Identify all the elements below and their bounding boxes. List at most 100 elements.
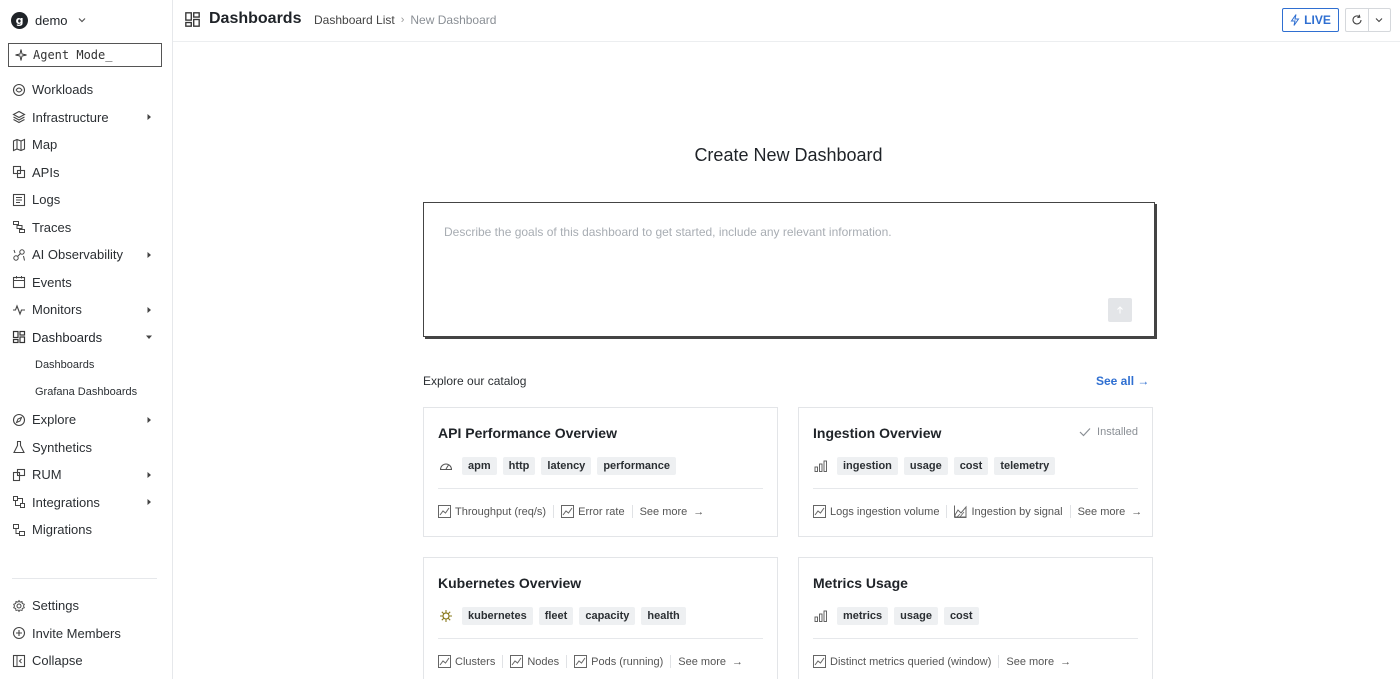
card-divider	[813, 638, 1138, 639]
see-more-link[interactable]: See more →	[678, 656, 743, 668]
arrow-right-icon: →	[1131, 505, 1143, 518]
metric-item: Distinct metrics queried (window)	[813, 655, 1000, 668]
sidebar-bottom-nav: Settings Invite Members Collapse	[0, 592, 172, 675]
catalog-card-ingestion-overview[interactable]: Ingestion Overview Installed ingestion u…	[798, 407, 1153, 537]
sidebar-item-label: Migrations	[32, 522, 92, 538]
sidebar-subitem-grafana-dashboards[interactable]: Grafana Dashboards	[0, 379, 172, 407]
tag: ingestion	[837, 457, 898, 475]
tag: metrics	[837, 607, 889, 625]
sidebar-item-events[interactable]: Events	[0, 269, 172, 297]
chart-icon	[574, 655, 588, 668]
tag: fleet	[538, 607, 574, 625]
metric-label: Ingestion by signal	[971, 505, 1063, 518]
logs-icon	[12, 193, 26, 206]
org-name: demo	[35, 12, 68, 28]
metric-label: Throughput (req/s)	[455, 505, 547, 518]
metric-item: Pods (running)	[574, 655, 672, 668]
ai-observability-icon	[13, 249, 25, 261]
metric-label: Pods (running)	[591, 655, 664, 668]
sidebar-item-monitors[interactable]: Monitors	[0, 296, 172, 324]
breadcrumb: Dashboard List › New Dashboard	[314, 13, 496, 27]
card-tags: ingestion usage cost telemetry	[813, 457, 1056, 475]
sidebar-item-label: Traces	[32, 219, 72, 235]
catalog-heading: Explore our catalog	[423, 374, 527, 388]
sidebar-item-synthetics[interactable]: Synthetics	[0, 434, 172, 462]
caret-down-icon	[146, 335, 152, 340]
org-switcher[interactable]: g demo	[11, 9, 89, 31]
sidebar-subitem-dashboards[interactable]: Dashboards	[0, 351, 172, 379]
apis-icon	[12, 166, 26, 179]
sidebar-item-dashboards[interactable]: Dashboards	[0, 324, 172, 352]
live-button[interactable]: LIVE	[1282, 8, 1339, 32]
see-more-link[interactable]: See more →	[640, 506, 705, 518]
dashboard-goals-input[interactable]	[444, 225, 1124, 285]
chevron-down-icon	[78, 18, 85, 23]
see-more-label: See more	[678, 655, 726, 668]
installed-badge: Installed	[1079, 426, 1138, 438]
sidebar-item-apis[interactable]: APIs	[0, 159, 172, 187]
sidebar-item-collapse[interactable]: Collapse	[0, 647, 172, 675]
sidebar-item-infrastructure[interactable]: Infrastructure	[0, 104, 172, 132]
see-more-label: See more	[1077, 505, 1126, 518]
org-logo: g	[11, 11, 28, 29]
sidebar-item-logs[interactable]: Logs	[0, 186, 172, 214]
chevron-down-icon	[1375, 18, 1383, 23]
catalog-card-kubernetes-overview[interactable]: Kubernetes Overview kubernetes fleet cap…	[423, 557, 778, 679]
sidebar-item-rum[interactable]: RUM	[0, 461, 172, 489]
tag: usage	[903, 457, 948, 475]
metric-item: Clusters	[438, 655, 504, 668]
page-title: Dashboards	[184, 10, 301, 28]
lightning-icon	[1290, 14, 1300, 26]
sidebar-item-label: Infrastructure	[32, 109, 109, 125]
sidebar-item-explore[interactable]: Explore	[0, 406, 172, 434]
agent-mode-button[interactable]: Agent Mode_	[8, 43, 162, 67]
sidebar-item-integrations[interactable]: Integrations	[0, 489, 172, 517]
metric-label: Logs ingestion volume	[830, 505, 940, 518]
migrations-icon	[13, 523, 25, 536]
refresh-control	[1345, 8, 1391, 32]
tag: performance	[597, 457, 676, 475]
tag: http	[502, 457, 536, 475]
area-chart-icon	[954, 505, 967, 518]
workloads-icon	[12, 83, 26, 96]
sidebar-item-settings[interactable]: Settings	[0, 592, 172, 620]
layers-icon	[12, 111, 26, 124]
gear-icon	[13, 599, 25, 613]
refresh-button[interactable]	[1346, 9, 1368, 31]
metric-item: Logs ingestion volume	[813, 505, 948, 518]
catalog-card-metrics-usage[interactable]: Metrics Usage metrics usage cost Distinc…	[798, 557, 1153, 679]
sidebar-item-traces[interactable]: Traces	[0, 214, 172, 242]
see-all-link[interactable]: See all →	[1096, 374, 1149, 388]
catalog-card-api-performance[interactable]: API Performance Overview apm http latenc…	[423, 407, 778, 537]
bars-icon	[813, 608, 829, 624]
sidebar-item-workloads[interactable]: Workloads	[0, 76, 172, 104]
arrow-right-icon: →	[693, 505, 705, 518]
chart-icon	[438, 505, 451, 518]
refresh-options-button[interactable]	[1367, 9, 1391, 31]
breadcrumb-dashboard-list[interactable]: Dashboard List	[314, 13, 395, 27]
caret-right-icon	[147, 499, 151, 506]
rum-icon	[12, 468, 26, 481]
sidebar-item-label: Integrations	[32, 494, 100, 510]
card-title: Ingestion Overview	[813, 425, 942, 441]
tag: usage	[894, 607, 938, 625]
check-icon	[1079, 428, 1091, 437]
metric-label: Error rate	[578, 505, 625, 518]
live-label: LIVE	[1304, 13, 1331, 27]
top-bar: Dashboards Dashboard List › New Dashboar…	[173, 0, 1400, 42]
see-more-link[interactable]: See more →	[1006, 656, 1071, 668]
sidebar-item-label: Logs	[32, 192, 61, 208]
see-more-link[interactable]: See more →	[1078, 506, 1143, 518]
card-metrics: Clusters Nodes Pods (running) See more →	[438, 655, 743, 668]
arrow-up-icon	[1117, 306, 1123, 314]
submit-button[interactable]	[1108, 298, 1132, 322]
sidebar-item-map[interactable]: Map	[0, 131, 172, 159]
sidebar-item-label: Collapse	[32, 653, 83, 669]
metric-item: Nodes	[510, 655, 568, 668]
sidebar-item-invite-members[interactable]: Invite Members	[0, 620, 172, 648]
sidebar-item-migrations[interactable]: Migrations	[0, 516, 172, 544]
sidebar-item-ai-observability[interactable]: AI Observability	[0, 241, 172, 269]
chart-icon	[813, 655, 826, 668]
chevron-right-icon: ›	[400, 14, 405, 26]
dashboard-icon	[185, 11, 200, 27]
